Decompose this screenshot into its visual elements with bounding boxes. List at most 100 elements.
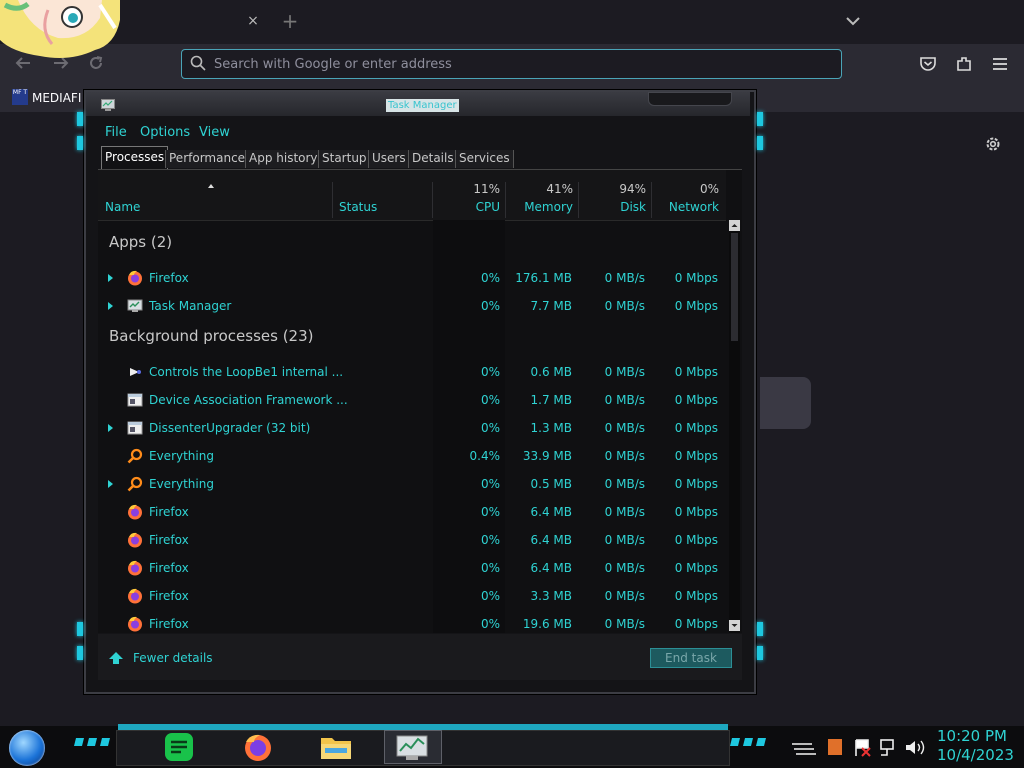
service-window-icon <box>127 393 143 407</box>
process-name[interactable]: Firefox <box>149 589 189 603</box>
firefox-icon <box>128 560 142 576</box>
group-apps: Apps (2) <box>109 233 173 251</box>
column-separator <box>505 182 506 218</box>
gear-icon[interactable] <box>984 135 1002 153</box>
extensions-icon[interactable] <box>955 55 973 73</box>
column-header-status[interactable]: Status <box>339 200 377 214</box>
process-name[interactable]: Firefox <box>149 617 189 631</box>
menu-file[interactable]: File <box>105 125 127 140</box>
process-cpu: 0% <box>480 421 500 435</box>
new-tab-button[interactable]: + <box>280 10 300 32</box>
column-header-cpu[interactable]: CPU <box>476 200 500 214</box>
process-network: 0 Mbps <box>674 617 718 631</box>
menu-view[interactable]: View <box>199 125 230 140</box>
process-cpu: 0% <box>480 533 500 547</box>
process-disk: 0 MB/s <box>604 533 645 547</box>
clock-time[interactable]: 10:20 PM <box>937 727 1007 745</box>
show-desktop-icon[interactable] <box>792 743 816 755</box>
titlebar-ornament <box>648 92 732 106</box>
column-header-network[interactable]: Network <box>669 200 719 214</box>
expand-row-icon[interactable] <box>108 480 113 488</box>
frame-led <box>77 136 83 150</box>
process-name[interactable]: Firefox <box>149 533 189 547</box>
process-disk: 0 MB/s <box>604 393 645 407</box>
clock-date[interactable]: 10/4/2023 <box>937 746 1014 764</box>
frame-led <box>757 136 763 150</box>
frame-led <box>757 646 763 660</box>
tab-users[interactable]: Users <box>368 150 410 168</box>
tab-close-button[interactable]: × <box>244 12 262 30</box>
tab-startup[interactable]: Startup <box>318 150 371 168</box>
bookmark-item[interactable]: MEDIAFI <box>32 91 81 105</box>
process-memory: 19.6 MB <box>522 617 572 631</box>
scroll-up-icon[interactable] <box>729 220 740 231</box>
pocket-icon[interactable] <box>919 55 937 73</box>
process-network: 0 Mbps <box>674 477 718 491</box>
tab-app-history[interactable]: App history <box>245 150 322 168</box>
loopbe-icon <box>130 368 141 376</box>
scrollbar-thumb[interactable] <box>731 233 738 341</box>
process-name[interactable]: Everything <box>149 477 214 491</box>
firefox-icon <box>128 504 142 520</box>
process-network: 0 Mbps <box>674 505 718 519</box>
volume-icon[interactable] <box>906 740 925 755</box>
menu-options[interactable]: Options <box>140 125 190 140</box>
process-network: 0 Mbps <box>674 561 718 575</box>
process-disk: 0 MB/s <box>604 299 645 313</box>
hamburger-menu-icon[interactable] <box>992 56 1008 72</box>
file-explorer-icon[interactable] <box>318 732 354 762</box>
task-manager-app-icon <box>101 99 115 111</box>
process-memory: 6.4 MB <box>530 505 572 519</box>
column-header-memory[interactable]: Memory <box>524 200 573 214</box>
notes-app-icon[interactable] <box>162 732 198 762</box>
start-button[interactable] <box>9 730 45 766</box>
tab-details[interactable]: Details <box>408 150 458 168</box>
column-separator <box>651 182 652 218</box>
process-name[interactable]: Everything <box>149 449 214 463</box>
tab-processes[interactable]: Processes <box>101 146 169 169</box>
task-manager-taskbar-icon[interactable] <box>394 732 430 762</box>
process-memory: 0.5 MB <box>530 477 572 491</box>
expand-row-icon[interactable] <box>108 424 113 432</box>
process-name[interactable]: Controls the LoopBe1 internal ... <box>149 365 343 379</box>
expand-row-icon[interactable] <box>108 274 113 282</box>
frame-led <box>77 646 83 660</box>
process-disk: 0 MB/s <box>604 449 645 463</box>
column-header-disk[interactable]: Disk <box>620 200 646 214</box>
process-name[interactable]: Firefox <box>149 271 189 285</box>
chevron-down-icon[interactable] <box>842 12 864 30</box>
process-name[interactable]: Firefox <box>149 561 189 575</box>
search-icon <box>190 55 206 71</box>
arrow-up-icon[interactable] <box>108 651 124 665</box>
flag-alert-icon[interactable] <box>855 739 871 757</box>
menu-bar <box>98 123 740 143</box>
end-task-button[interactable]: End task <box>650 648 732 668</box>
firefox-icon <box>128 532 142 548</box>
process-name[interactable]: DissenterUpgrader (32 bit) <box>149 421 310 435</box>
process-network: 0 Mbps <box>674 589 718 603</box>
process-cpu: 0% <box>480 561 500 575</box>
process-disk: 0 MB/s <box>604 271 645 285</box>
process-name[interactable]: Firefox <box>149 505 189 519</box>
process-name[interactable]: Device Association Framework ... <box>149 393 348 407</box>
network-icon[interactable] <box>880 739 894 756</box>
fewer-details-link[interactable]: Fewer details <box>133 651 213 665</box>
frame-led <box>77 112 83 126</box>
firefox-taskbar-icon[interactable] <box>240 732 276 762</box>
column-separator <box>578 182 579 218</box>
tab-performance[interactable]: Performance <box>165 150 250 168</box>
process-memory: 1.3 MB <box>530 421 572 435</box>
expand-row-icon[interactable] <box>108 302 113 310</box>
tray-app-icon[interactable] <box>828 739 842 755</box>
process-disk: 0 MB/s <box>604 421 645 435</box>
process-memory: 1.7 MB <box>530 393 572 407</box>
group-background: Background processes (23) <box>109 327 314 345</box>
url-input[interactable] <box>214 54 814 74</box>
column-header-name[interactable]: Name <box>105 200 140 214</box>
network-usage-pct: 0% <box>699 182 719 196</box>
process-disk: 0 MB/s <box>604 365 645 379</box>
process-cpu: 0% <box>480 505 500 519</box>
scroll-down-icon[interactable] <box>729 620 740 631</box>
process-name[interactable]: Task Manager <box>149 299 231 313</box>
tab-services[interactable]: Services <box>455 150 514 168</box>
